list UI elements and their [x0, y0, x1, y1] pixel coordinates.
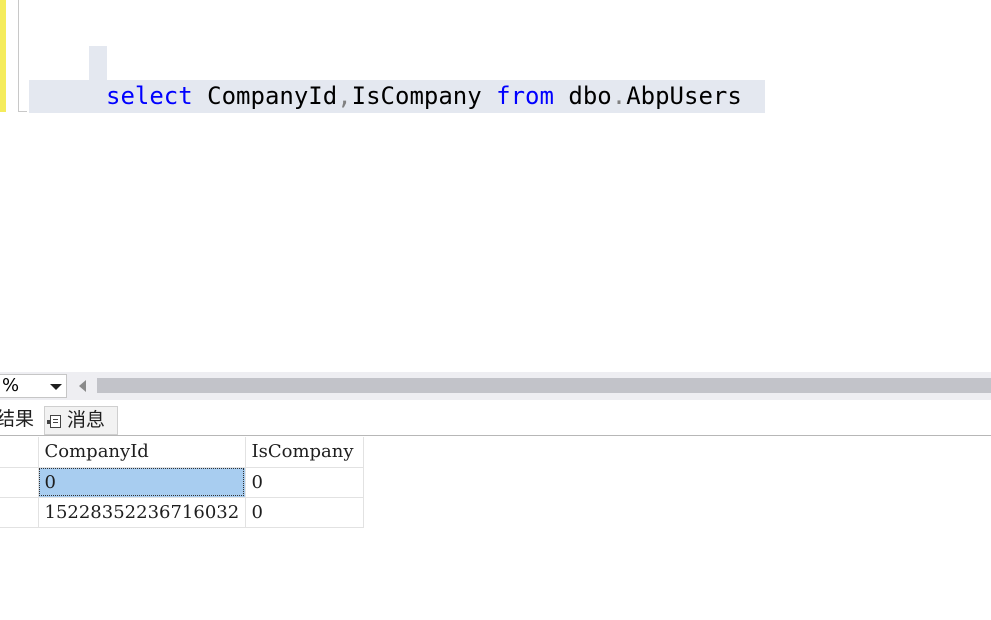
- row-header[interactable]: [0, 467, 39, 498]
- ssms-query-window: select CompanyId,IsCompany from dbo.AbpU…: [0, 0, 991, 620]
- grid-cell-companyid[interactable]: 0: [38, 467, 246, 498]
- grid-cell-iscompany[interactable]: 0: [245, 467, 364, 498]
- code-dot: .: [611, 82, 627, 110]
- outline-gutter-line: [18, 0, 19, 112]
- column-header-iscompany[interactable]: IsCompany: [245, 437, 364, 468]
- code-schema: dbo: [553, 82, 612, 110]
- zoom-value: %: [2, 375, 20, 396]
- grid-cell-iscompany[interactable]: 0: [245, 497, 364, 528]
- scroll-left-icon[interactable]: [79, 380, 86, 392]
- keyword-from: from: [496, 82, 554, 110]
- code-table: AbpUsers: [626, 82, 742, 110]
- code-column-companyid: CompanyId: [192, 82, 338, 110]
- tab-results-label: 结果: [0, 408, 35, 430]
- chevron-down-icon[interactable]: [50, 384, 62, 390]
- grid-header-row: CompanyId IsCompany: [0, 437, 364, 468]
- table-row: 15228352236716032 0: [0, 497, 364, 528]
- caret-line-highlight: [89, 46, 107, 80]
- sql-code-line[interactable]: select CompanyId,IsCompany from dbo.AbpU…: [106, 81, 742, 112]
- tab-messages-label: 消息: [67, 409, 106, 431]
- code-comma: ,: [337, 82, 352, 110]
- outline-gutter-tick: [18, 111, 27, 112]
- horizontal-scrollbar-thumb[interactable]: [97, 378, 991, 393]
- grid-cell-companyid[interactable]: 15228352236716032: [38, 497, 246, 528]
- keyword-select: select: [106, 82, 193, 110]
- grid-corner[interactable]: [0, 437, 39, 468]
- results-tabs: 结果 消息: [0, 400, 991, 436]
- results-grid[interactable]: CompanyId IsCompany 0 0 1522835223671603…: [0, 437, 364, 528]
- tab-messages[interactable]: 消息: [44, 406, 118, 435]
- change-tracking-bar: [0, 0, 6, 112]
- editor-status-strip: %: [0, 372, 991, 400]
- table-row: 0 0: [0, 467, 364, 498]
- zoom-dropdown[interactable]: %: [0, 374, 67, 398]
- query-editor[interactable]: select CompanyId,IsCompany from dbo.AbpU…: [0, 0, 991, 372]
- row-header[interactable]: [0, 497, 39, 528]
- messages-icon: [47, 415, 61, 428]
- tab-results[interactable]: 结果: [0, 406, 42, 435]
- code-column-iscompany: IsCompany: [351, 82, 497, 110]
- column-header-companyid[interactable]: CompanyId: [38, 437, 246, 468]
